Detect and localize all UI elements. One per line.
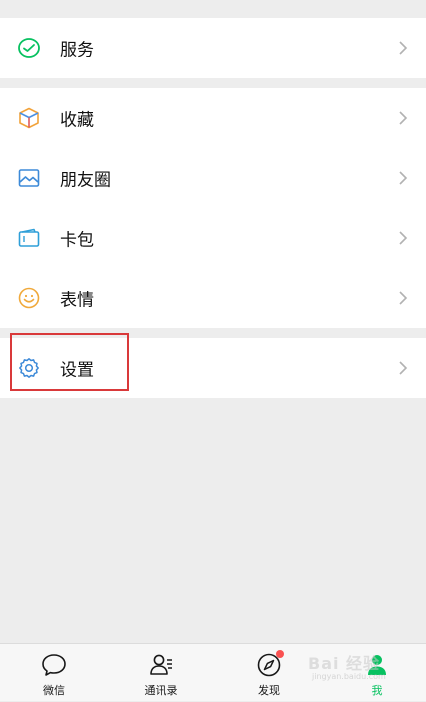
contacts-icon [146,650,176,680]
chevron-right-icon [396,359,410,377]
menu-group-settings: 设置 [0,338,426,398]
top-gap [0,0,426,8]
menu-item-label: 设置 [60,360,94,381]
chevron-right-icon [396,229,410,247]
menu-item-label: 服务 [60,40,94,61]
me-person-icon [362,650,392,680]
chevron-right-icon [396,169,410,187]
notification-dot [276,650,284,658]
menu-item-label: 朋友圈 [60,170,111,191]
menu-group-services: 服务 [0,18,426,78]
tab-contacts[interactable]: 通讯录 [121,644,201,702]
bottom-tab-bar: 微信 通讯录 发现 我 [0,643,426,701]
menu-item-favorites[interactable]: 收藏 [0,88,426,148]
chevron-right-icon [396,109,410,127]
chat-bubble-icon [39,650,69,680]
chevron-right-icon [396,289,410,307]
menu-item-card-wallet[interactable]: 卡包 [0,208,426,268]
card-wallet-icon [16,225,42,251]
tab-label: 发现 [258,684,280,697]
gear-icon [16,355,42,381]
moments-image-icon [16,165,42,191]
menu-item-services[interactable]: 服务 [0,18,426,78]
menu-item-label: 收藏 [60,110,94,131]
chevron-right-icon [396,39,410,57]
tab-label: 微信 [43,684,65,697]
menu-group-main: 收藏 朋友圈 卡包 表情 [0,88,426,328]
tab-label: 通讯录 [144,684,178,697]
menu-item-settings[interactable]: 设置 [0,338,426,398]
menu-item-label: 卡包 [60,230,94,251]
favorites-cube-icon [16,105,42,131]
tab-discover[interactable]: 发现 [229,644,309,702]
tab-chats[interactable]: 微信 [14,644,94,702]
tab-label: 我 [371,684,383,697]
emoji-smile-icon [16,285,42,311]
menu-item-moments[interactable]: 朋友圈 [0,148,426,208]
tab-me[interactable]: 我 [337,644,417,702]
menu-item-label: 表情 [60,290,94,311]
compass-icon [254,650,284,680]
menu-item-stickers[interactable]: 表情 [0,268,426,328]
wechat-pay-icon [16,35,42,61]
